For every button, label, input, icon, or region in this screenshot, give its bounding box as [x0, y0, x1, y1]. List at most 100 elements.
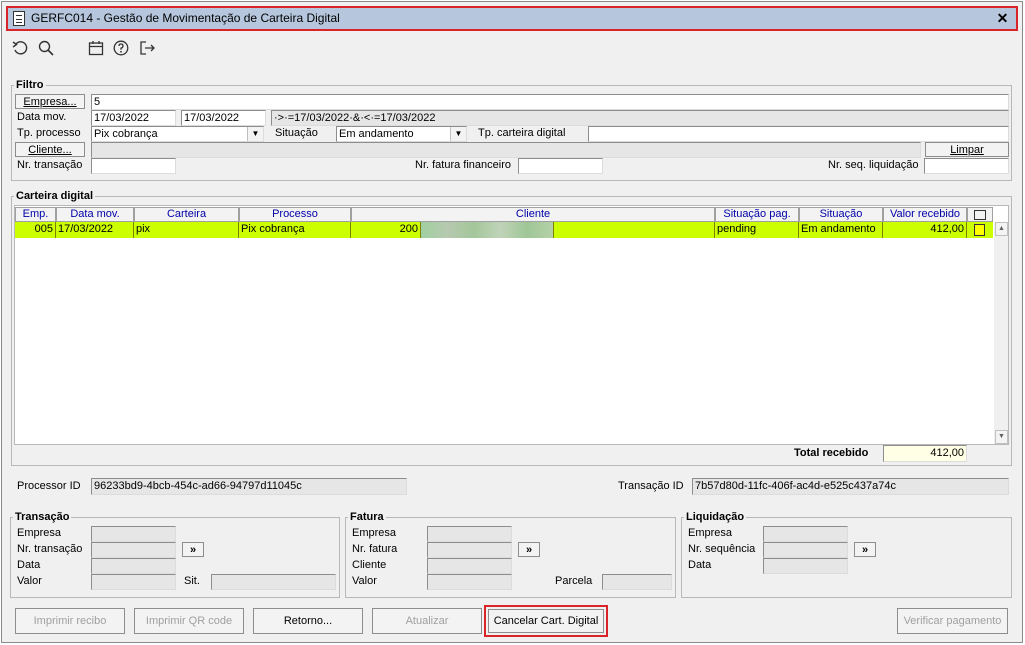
- tp-processo-select[interactable]: Pix cobrança ▼: [91, 126, 264, 142]
- cell-emp: 005: [15, 222, 56, 238]
- scroll-down-icon[interactable]: ▼: [995, 430, 1008, 444]
- imprimir-qr-code-button[interactable]: Imprimir QR code: [134, 608, 244, 634]
- document-icon: [13, 11, 25, 26]
- data-mov-from-input[interactable]: 17/03/2022: [91, 110, 176, 126]
- goto-transacao-button[interactable]: »: [182, 542, 204, 557]
- liquidacao-data-label: Data: [688, 559, 712, 571]
- situacao-select[interactable]: Em andamento ▼: [336, 126, 467, 142]
- empresa-button[interactable]: Empresa...: [15, 94, 85, 109]
- cell-cliente-nome-blurred: [421, 222, 554, 238]
- liquidacao-legend: Liquidação: [686, 511, 745, 523]
- data-mov-to-input[interactable]: 17/03/2022: [181, 110, 266, 126]
- imprimir-recibo-button[interactable]: Imprimir recibo: [15, 608, 125, 634]
- processor-id-label: Processor ID: [17, 480, 81, 492]
- liquidacao-data-value: [763, 558, 848, 574]
- transacao-empresa-value: [91, 526, 176, 542]
- window-title: GERFC014 - Gestão de Movimentação de Car…: [31, 11, 340, 25]
- transacao-empresa-label: Empresa: [17, 527, 62, 539]
- total-recebido-label: Total recebido: [794, 447, 869, 459]
- column-header-situacao[interactable]: Situação: [799, 207, 883, 222]
- transacao-nr-value: [91, 542, 176, 558]
- exit-icon[interactable]: [138, 39, 156, 57]
- fatura-empresa-label: Empresa: [352, 527, 397, 539]
- chevron-down-icon[interactable]: ▼: [450, 127, 466, 141]
- transacao-sit-label: Sit.: [184, 575, 200, 587]
- fatura-valor-label: Valor: [352, 575, 377, 587]
- limpar-button[interactable]: Limpar: [925, 142, 1009, 157]
- situacao-label: Situação: [275, 127, 318, 139]
- column-header-emp[interactable]: Emp.: [15, 207, 56, 222]
- transacao-sit-value: [211, 574, 336, 590]
- column-header-situacao-pag[interactable]: Situação pag.: [715, 207, 799, 222]
- cell-data-mov: 17/03/2022: [56, 222, 134, 238]
- liquidacao-empresa-label: Empresa: [688, 527, 733, 539]
- select-all-checkbox[interactable]: [967, 207, 993, 222]
- atualizar-button[interactable]: Atualizar: [372, 608, 482, 634]
- fatura-parcela-value: [602, 574, 672, 590]
- cell-cliente-rest: [554, 222, 715, 238]
- tp-carteira-label: Tp. carteira digital: [478, 127, 566, 139]
- goto-liquidacao-button[interactable]: »: [854, 542, 876, 557]
- fatura-legend: Fatura: [350, 511, 384, 523]
- verificar-pagamento-button[interactable]: Verificar pagamento: [897, 608, 1008, 634]
- column-header-carteira[interactable]: Carteira: [134, 207, 239, 222]
- cell-carteira: pix: [134, 222, 239, 238]
- nr-fatura-label: Nr. fatura financeiro: [415, 159, 511, 171]
- fatura-empresa-value: [427, 526, 512, 542]
- help-icon[interactable]: [112, 39, 130, 57]
- search-icon[interactable]: [37, 39, 55, 57]
- tp-carteira-input[interactable]: [588, 126, 1009, 142]
- nr-seq-liquidacao-input[interactable]: [924, 158, 1009, 174]
- cliente-display: [91, 142, 921, 158]
- data-mov-expression: ·>·=17/03/2022·&·<·=17/03/2022: [271, 110, 1009, 126]
- fatura-valor-value: [427, 574, 512, 590]
- transacao-legend: Transação: [15, 511, 70, 523]
- calendar-icon[interactable]: [87, 39, 105, 57]
- liquidacao-nr-sequencia-value: [763, 542, 848, 558]
- situacao-value: Em andamento: [339, 128, 414, 140]
- cell-situacao: Em andamento: [799, 222, 883, 238]
- cancelar-cart-digital-button[interactable]: Cancelar Cart. Digital: [488, 609, 604, 633]
- vertical-scrollbar[interactable]: [994, 222, 1008, 444]
- column-header-cliente[interactable]: Cliente: [351, 207, 715, 222]
- carteira-grid[interactable]: [14, 205, 1009, 445]
- column-header-data-mov[interactable]: Data mov.: [56, 207, 134, 222]
- row-checkbox[interactable]: [974, 224, 985, 236]
- processor-id-value: 96233bd9-4bcb-454c-ad66-94797d11045c: [91, 478, 407, 495]
- liquidacao-empresa-value: [763, 526, 848, 542]
- transacao-id-label: Transação ID: [618, 480, 684, 492]
- transacao-valor-value: [91, 574, 176, 590]
- fatura-parcela-label: Parcela: [555, 575, 593, 587]
- transacao-valor-label: Valor: [17, 575, 42, 587]
- total-recebido-value: 412,00: [883, 445, 967, 462]
- close-icon[interactable]: ✕: [994, 10, 1011, 27]
- carteira-legend: Carteira digital: [16, 190, 94, 202]
- nr-transacao-input[interactable]: [91, 158, 176, 174]
- column-header-valor-recebido[interactable]: Valor recebido: [883, 207, 967, 222]
- cliente-button[interactable]: Cliente...: [15, 142, 85, 157]
- data-mov-label: Data mov.: [17, 111, 67, 123]
- empresa-input[interactable]: 5: [91, 94, 1009, 110]
- fatura-nr-value: [427, 542, 512, 558]
- cell-situacao-pag: pending: [715, 222, 799, 238]
- transacao-id-value: 7b57d80d-11fc-406f-ac4d-e525c437a74c: [692, 478, 1009, 495]
- transacao-data-value: [91, 558, 176, 574]
- fatura-cliente-value: [427, 558, 512, 574]
- filtro-legend: Filtro: [16, 79, 44, 91]
- scroll-up-icon[interactable]: ▲: [995, 222, 1008, 236]
- nr-seq-liquidacao-label: Nr. seq. liquidação: [828, 159, 919, 171]
- column-header-processo[interactable]: Processo: [239, 207, 351, 222]
- tp-processo-value: Pix cobrança: [94, 128, 158, 140]
- nr-fatura-input[interactable]: [518, 158, 603, 174]
- cell-processo: Pix cobrança: [239, 222, 351, 238]
- tp-processo-label: Tp. processo: [17, 127, 81, 139]
- cell-select[interactable]: [967, 222, 993, 238]
- nr-transacao-label: Nr. transação: [17, 159, 83, 171]
- chevron-down-icon[interactable]: ▼: [247, 127, 263, 141]
- cell-cliente-codigo: 200: [351, 222, 421, 238]
- retorno-button[interactable]: Retorno...: [253, 608, 363, 634]
- undo-icon[interactable]: [11, 39, 29, 57]
- fatura-cliente-label: Cliente: [352, 559, 387, 571]
- goto-fatura-button[interactable]: »: [518, 542, 540, 557]
- cell-valor: 412,00: [883, 222, 967, 238]
